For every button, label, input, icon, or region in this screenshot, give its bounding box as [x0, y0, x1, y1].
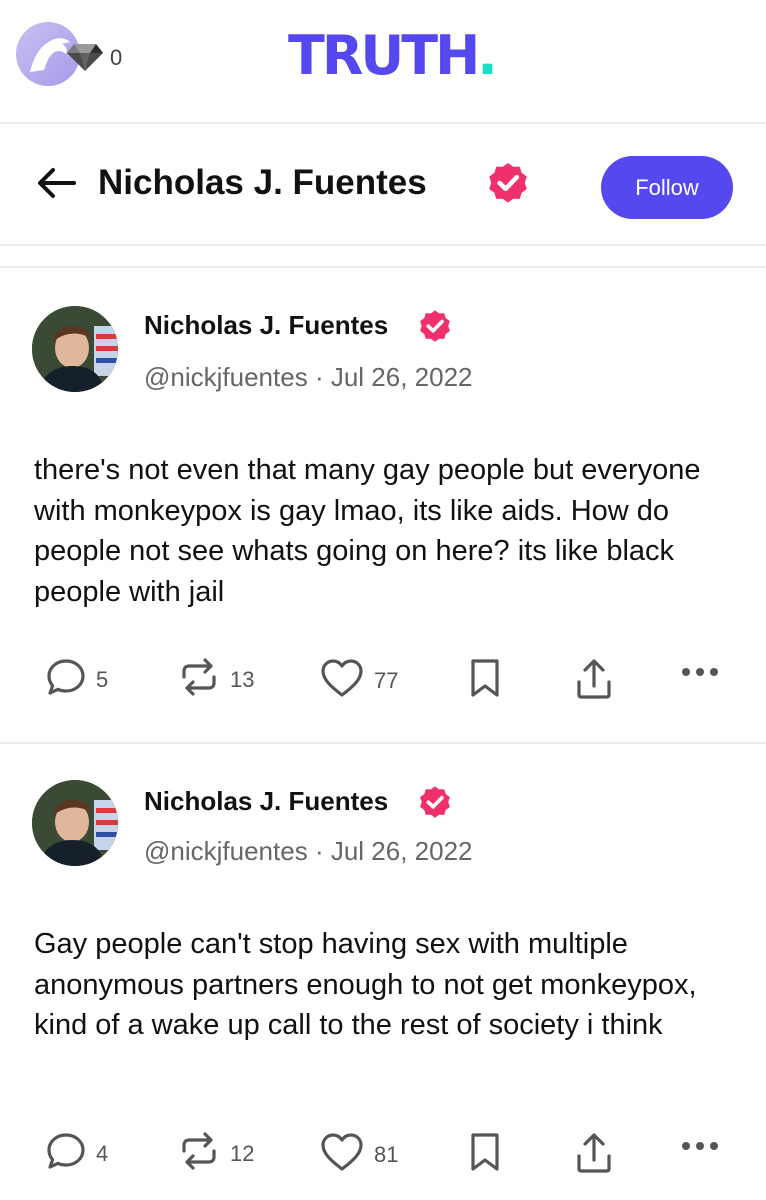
post-text: there's not even that many gay people bu…	[34, 454, 701, 608]
retruth-count: 13	[230, 667, 255, 692]
truth-logo[interactable]: TRUTH.	[288, 24, 498, 88]
logo-dot: .	[477, 24, 497, 87]
bookmark-icon	[468, 1132, 502, 1178]
heart-icon	[320, 658, 364, 704]
verified-badge-icon	[416, 784, 454, 827]
heart-icon	[320, 1132, 364, 1178]
retruth-button[interactable]: 12	[178, 1132, 254, 1176]
bookmark-button[interactable]	[468, 658, 502, 704]
post-meta: @nickjfuentes · Jul 26, 2022	[144, 836, 473, 867]
page-title: Nicholas J. Fuentes	[98, 163, 427, 202]
post-author-name[interactable]: Nicholas J. Fuentes	[144, 786, 388, 817]
follow-button[interactable]: Follow	[601, 156, 733, 219]
more-button[interactable]	[680, 658, 720, 684]
post-actions: 5 13 77	[0, 658, 766, 699]
avatar[interactable]	[32, 780, 118, 866]
comment-icon	[46, 658, 86, 702]
share-icon	[574, 1132, 614, 1180]
post[interactable]: Nicholas J. Fuentes @nickjfuentes · Jul …	[0, 744, 766, 1200]
more-dots-icon	[680, 1132, 720, 1158]
share-button[interactable]	[574, 1132, 614, 1180]
gem-count: 0	[110, 45, 123, 70]
reply-count: 4	[96, 1141, 109, 1166]
post-handle[interactable]: @nickjfuentes	[144, 836, 308, 866]
verified-badge-icon	[484, 160, 532, 213]
like-button[interactable]: 77	[320, 658, 398, 704]
post-text: Gay people can't stop having sex with mu…	[34, 928, 697, 1041]
retruth-icon	[178, 1132, 220, 1176]
retruth-button[interactable]: 13	[178, 658, 254, 702]
share-icon	[574, 658, 614, 706]
share-button[interactable]	[574, 658, 614, 706]
post-handle[interactable]: @nickjfuentes	[144, 362, 308, 392]
retruth-icon	[178, 658, 220, 702]
like-button[interactable]: 81	[320, 1132, 398, 1178]
back-arrow-icon[interactable]	[36, 166, 78, 205]
like-count: 77	[374, 668, 399, 693]
reply-button[interactable]: 4	[46, 1132, 108, 1176]
post-date[interactable]: Jul 26, 2022	[331, 362, 473, 392]
top-bar: 0 TRUTH.	[0, 0, 766, 124]
reply-count: 5	[96, 667, 109, 692]
meta-separator: ·	[314, 362, 324, 392]
comment-icon	[46, 1132, 86, 1176]
post-actions: 4 12 81	[0, 1132, 766, 1173]
bookmark-icon	[468, 658, 502, 704]
meta-separator: ·	[314, 836, 324, 866]
bookmark-button[interactable]	[468, 1132, 502, 1178]
avatar[interactable]	[32, 306, 118, 392]
post-author-name[interactable]: Nicholas J. Fuentes	[144, 310, 388, 341]
verified-badge-icon	[416, 308, 454, 351]
logo-text: TRUTH	[288, 24, 480, 87]
more-button[interactable]	[680, 1132, 720, 1158]
diamond-icon	[66, 42, 104, 77]
more-dots-icon	[680, 658, 720, 684]
reply-button[interactable]: 5	[46, 658, 108, 702]
post-date[interactable]: Jul 26, 2022	[331, 836, 473, 866]
like-count: 81	[374, 1142, 399, 1167]
post[interactable]: Nicholas J. Fuentes @nickjfuentes · Jul …	[0, 268, 766, 742]
retruth-count: 12	[230, 1141, 255, 1166]
post-meta: @nickjfuentes · Jul 26, 2022	[144, 362, 473, 393]
